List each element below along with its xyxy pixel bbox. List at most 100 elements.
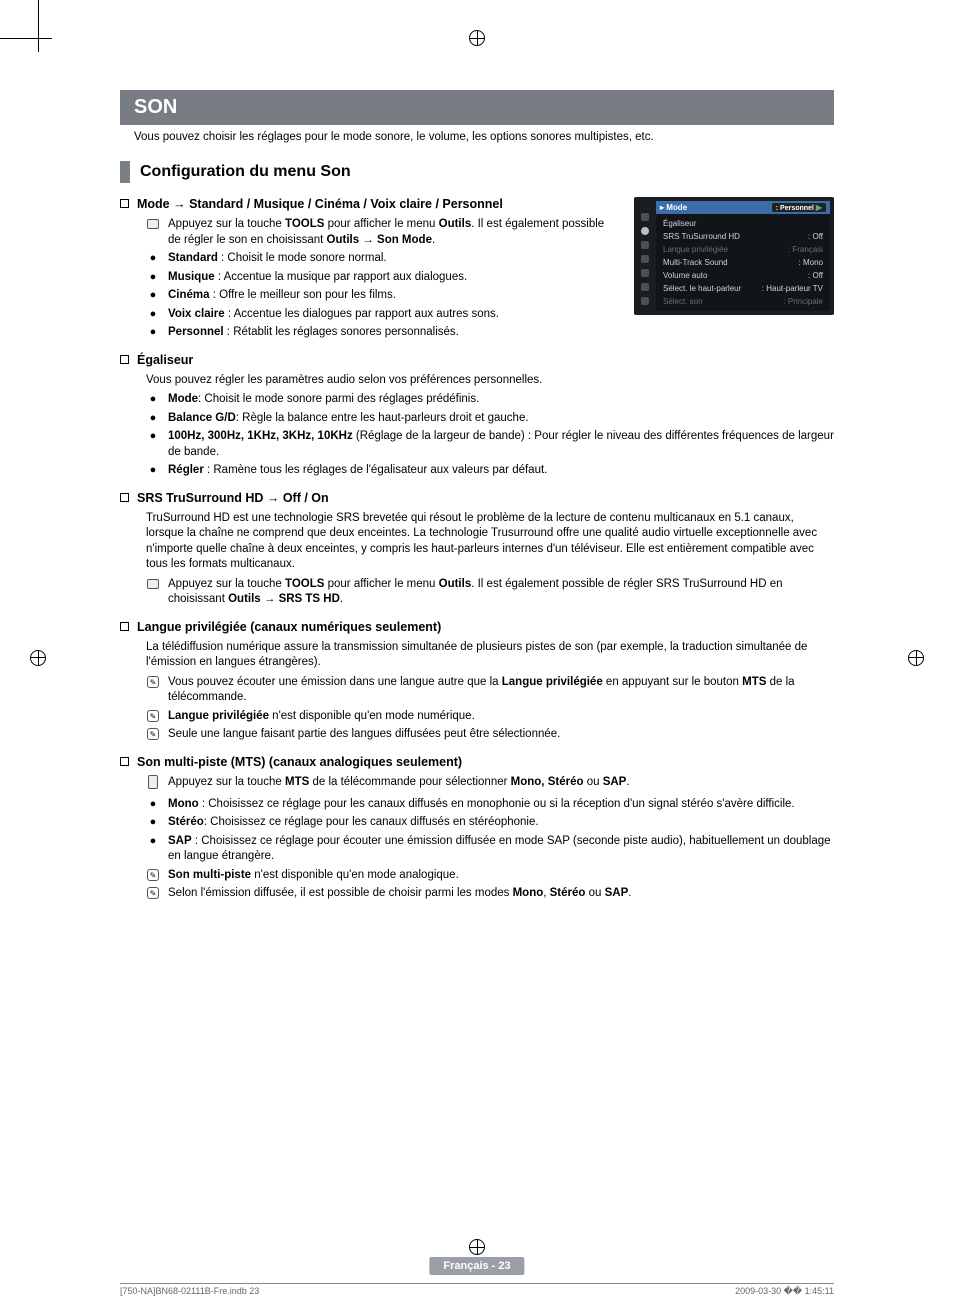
heading-prefix: Mode →: [137, 197, 189, 211]
list-item: ●Balance G/D: Règle la balance entre les…: [146, 411, 834, 427]
lang-note-1: ✎ Vous pouvez écouter une émission dans …: [146, 675, 834, 706]
osd-item-label: Multi-Track Sound: [663, 258, 728, 267]
osd-row: Multi-Track Sound : Mono: [659, 256, 827, 269]
osd-item-label: Sélect. le haut-parleur: [663, 284, 741, 293]
title-accent-bar: [120, 161, 130, 183]
subsection-lang-heading: Langue privilégiée (canaux numériques se…: [120, 620, 834, 634]
osd-row: Sélect. le haut-parleur : Haut-parleur TV: [659, 282, 827, 295]
heading-options: Standard / Musique / Cinéma / Voix clair…: [189, 197, 503, 211]
print-footer: [750-NA]BN68-02111B-Fre.indb 23 2009-03-…: [120, 1283, 834, 1297]
bullet-icon: ●: [146, 815, 160, 830]
osd-row: Sélect. son : Principale: [659, 295, 827, 308]
speaker-icon: [641, 227, 649, 235]
bullet-icon: ●: [146, 463, 160, 478]
item-text: : Choisit le mode sonore parmi des régla…: [198, 393, 479, 405]
square-bullet-icon: [120, 622, 129, 631]
osd-item-value: : Mono: [799, 258, 823, 267]
osd-mode-label: Mode: [666, 203, 687, 212]
list-item: ●100Hz, 300Hz, 1KHz, 3KHz, 10KHz (Réglag…: [146, 429, 834, 460]
osd-row: Langue privilégiée: Français: [659, 243, 827, 256]
intro-text: Vous pouvez choisir les réglages pour le…: [120, 131, 834, 143]
osd-row-mode: ▸ Mode : Personnel ▶: [656, 201, 830, 214]
item-label: SAP: [168, 835, 192, 847]
osd-row: Volume auto : Off: [659, 269, 827, 282]
item-text: : Rétablit les réglages sonores personna…: [224, 326, 459, 338]
print-timestamp: 2009-03-30 �� 1:45:11: [735, 1286, 834, 1297]
note-icon: ✎: [147, 887, 159, 899]
note-icon: ✎: [147, 869, 159, 881]
item-text: : Règle la balance entre les haut-parleu…: [236, 412, 529, 424]
bullet-icon: ●: [146, 797, 160, 812]
list-item: ● Mono : Choisissez ce réglage pour les c…: [146, 797, 834, 813]
list-item: ● Voix claire : Accentue les dialogues pa…: [146, 307, 616, 323]
arrow-right-icon: ▶: [816, 203, 822, 212]
osd-item-value: : Off: [808, 271, 823, 280]
item-text: : Choisissez ce réglage pour les canaux …: [199, 798, 795, 810]
osd-item-value: : Français: [788, 245, 823, 254]
item-label: Musique: [168, 271, 215, 283]
mts-note-1: ✎ Son multi-piste n'est disponible qu'en…: [146, 868, 834, 884]
note-icon: ✎: [147, 728, 159, 740]
item-label: Stéréo: [168, 816, 204, 828]
list-item: ● Régler : Ramène tous les réglages de l'…: [146, 463, 834, 479]
item-label: Voix claire: [168, 308, 225, 320]
remote-icon: [148, 775, 158, 789]
note-icon: ✎: [147, 676, 159, 688]
osd-mode-value: Personnel: [780, 205, 814, 212]
page-footer: Français - 23: [429, 1257, 524, 1275]
osd-icon-column: [638, 201, 652, 311]
osd-item-value: : Off: [808, 232, 823, 241]
item-label: Régler: [168, 464, 204, 476]
list-item: ●Mode: Choisit le mode sonore parmi des …: [146, 392, 834, 408]
list-item: ● Standard : Choisit le mode sonore norma…: [146, 251, 616, 267]
config-title: Configuration du menu Son: [140, 163, 351, 181]
lang-note-2: ✎ Langue privilégiée n'est disponible qu…: [146, 709, 834, 725]
registration-mark-bottom: [469, 1239, 485, 1255]
osd-item-value: : Principale: [783, 297, 823, 306]
tools-icon: [147, 219, 159, 229]
srs-para: TruSurround HD est une technologie SRS b…: [146, 511, 834, 573]
osd-item-label: Sélect. son: [663, 297, 703, 306]
item-label: 100Hz, 300Hz, 1KHz, 3KHz, 10KHz: [168, 430, 353, 442]
osd-row: Égaliseur: [659, 217, 827, 230]
list-item: ●SAP : Choisissez ce réglage pour écoute…: [146, 834, 834, 865]
item-label: Standard: [168, 252, 218, 264]
section-banner: SON: [120, 90, 834, 125]
bullet-icon: ●: [146, 270, 160, 285]
item-text: : Offre le meilleur son pour les films.: [210, 289, 396, 301]
crop-mark: [0, 38, 52, 39]
item-text: : Accentue la musique par rapport aux di…: [215, 271, 468, 283]
registration-mark-left: [30, 650, 46, 666]
osd-item-label: Égaliseur: [663, 219, 696, 228]
square-bullet-icon: [120, 355, 129, 364]
tools-icon: [147, 579, 159, 589]
square-bullet-icon: [120, 199, 129, 208]
mts-remote-note: Appuyez sur la touche MTS de la télécomm…: [146, 775, 834, 794]
bullet-icon: ●: [146, 834, 160, 849]
bullet-icon: ●: [146, 251, 160, 266]
list-item: ● Musique : Accentue la musique par rappo…: [146, 270, 616, 286]
bullet-icon: ●: [146, 411, 160, 426]
osd-item-value: : Haut-parleur TV: [762, 284, 823, 293]
item-label: Mode: [168, 393, 198, 405]
subsection-srs-heading: SRS TruSurround HD → Off / On: [120, 491, 834, 505]
registration-mark-right: [908, 650, 924, 666]
item-text: : Ramène tous les réglages de l'égalisat…: [204, 464, 548, 476]
item-label: Mono: [168, 798, 199, 810]
osd-item-label: SRS TruSurround HD: [663, 232, 740, 241]
item-label: Cinéma: [168, 289, 210, 301]
list-item: ● Personnel : Rétablit les réglages sonor…: [146, 325, 616, 341]
bullet-icon: ●: [146, 288, 160, 303]
osd-item-label: Volume auto: [663, 271, 707, 280]
srs-tools-note: Appuyez sur la touche TOOLS pour affiche…: [146, 577, 834, 608]
lang-note-3: ✎ Seule une langue faisant partie des la…: [146, 727, 834, 743]
lang-para: La télédiffusion numérique assure la tra…: [146, 640, 834, 671]
osd-row: SRS TruSurround HD : Off: [659, 230, 827, 243]
eq-intro: Vous pouvez régler les paramètres audio …: [146, 373, 834, 389]
bullet-icon: ●: [146, 325, 160, 340]
bullet-icon: ●: [146, 307, 160, 322]
item-text: : Accentue les dialogues par rapport aux…: [225, 308, 499, 320]
item-label: Personnel: [168, 326, 224, 338]
item-text: : Choisit le mode sonore normal.: [218, 252, 387, 264]
print-file: [750-NA]BN68-02111B-Fre.indb 23: [120, 1286, 259, 1297]
